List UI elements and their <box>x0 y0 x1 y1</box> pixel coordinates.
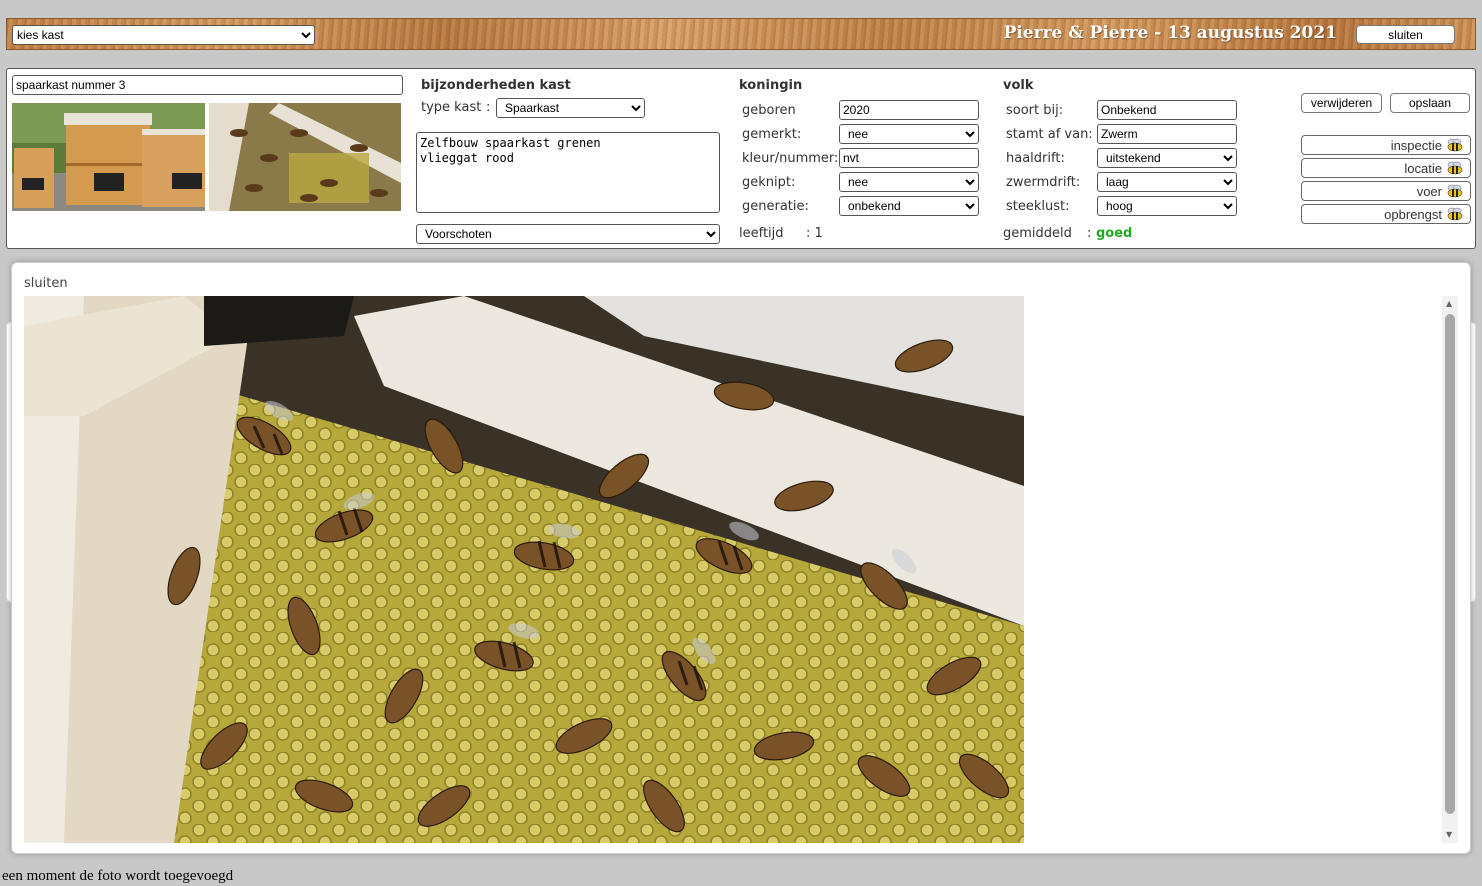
page-title: Pierre & Pierre - 13 augustus 2021 <box>1003 23 1337 43</box>
save-button[interactable]: opslaan <box>1390 93 1470 113</box>
gemerkt-select[interactable]: nee <box>839 124 979 144</box>
scroll-up-icon[interactable]: ▲ <box>1446 300 1452 308</box>
hive-name-input[interactable]: spaarkast nummer 3 <box>12 75 403 95</box>
geknipt-select[interactable]: nee <box>839 172 979 192</box>
close-button[interactable]: sluiten <box>1356 25 1455 44</box>
bee-frame-photo <box>24 296 1024 843</box>
hive-details-panel: spaarkast nummer 3 bijzonderheden kast t… <box>6 68 1476 249</box>
haaldrift-select[interactable]: uitstekend <box>1097 148 1237 168</box>
zwermdrift-label: zwermdrift: <box>1006 175 1081 190</box>
soort-bij-input[interactable]: Onbekend <box>1097 100 1237 120</box>
generatie-select[interactable]: onbekend <box>839 196 979 216</box>
soort-bij-label: soort bij: <box>1006 103 1064 118</box>
voer-label: voer <box>1416 183 1442 199</box>
scroll-down-icon[interactable]: ▼ <box>1446 831 1452 839</box>
steeklust-label: steeklust: <box>1006 199 1070 214</box>
kleur-nummer-label: kleur/nummer: <box>742 151 839 166</box>
gemiddeld-value: goed <box>1096 226 1133 241</box>
scrollbar-thumb[interactable] <box>1445 314 1455 814</box>
gemerkt-label: gemerkt: <box>742 127 802 142</box>
bees-photo-image <box>209 103 401 211</box>
bee-icon <box>1447 138 1463 152</box>
bee-icon <box>1447 161 1463 175</box>
kleur-nummer-input[interactable]: nvt <box>839 148 979 168</box>
modal-close-link[interactable]: sluiten <box>24 276 68 291</box>
type-kast-colon: : <box>486 100 491 115</box>
leeftijd-value: : 1 <box>806 226 823 241</box>
stamt-af-label: stamt af van: <box>1006 127 1093 142</box>
hive-photo-image <box>12 103 205 211</box>
stamt-af-input[interactable]: Zwerm <box>1097 124 1237 144</box>
photo-modal: sluiten ▲ ▼ <box>11 262 1471 854</box>
type-kast-select[interactable]: Spaarkast <box>496 98 645 118</box>
locatie-label: locatie <box>1404 160 1442 176</box>
opbrengst-button[interactable]: opbrengst <box>1301 204 1471 224</box>
template-select[interactable]: Voorschoten <box>416 224 720 244</box>
leeftijd-label: leeftijd <box>739 226 784 241</box>
locatie-button[interactable]: locatie <box>1301 158 1471 178</box>
type-kast-label: type kast <box>421 100 482 115</box>
gemiddeld-label: gemiddeld <box>1003 226 1072 241</box>
geboren-input[interactable]: 2020 <box>839 100 979 120</box>
steeklust-select[interactable]: hoog <box>1097 196 1237 216</box>
delete-button[interactable]: verwijderen <box>1301 93 1382 113</box>
status-message: een moment de foto wordt toegevoegd <box>2 868 234 884</box>
opbrengst-label: opbrengst <box>1384 206 1442 222</box>
volk-heading: volk <box>1003 78 1034 93</box>
bee-frame-image <box>24 296 1024 843</box>
hive-thumbnail[interactable] <box>12 103 205 211</box>
zwermdrift-select[interactable]: laag <box>1097 172 1237 192</box>
bees-thumbnail[interactable] <box>209 103 401 211</box>
voer-button[interactable]: voer <box>1301 181 1471 201</box>
details-heading: bijzonderheden kast <box>421 78 571 93</box>
kies-kast-select[interactable]: kies kast <box>12 25 315 45</box>
generatie-label: generatie: <box>742 199 809 214</box>
top-bar: kies kast Pierre & Pierre - 13 augustus … <box>6 18 1476 50</box>
koningin-heading: koningin <box>739 78 803 93</box>
geboren-label: geboren <box>742 103 796 118</box>
haaldrift-label: haaldrift: <box>1006 151 1065 166</box>
bee-icon <box>1447 207 1463 221</box>
modal-scrollbar[interactable]: ▲ ▼ <box>1442 296 1458 843</box>
inspectie-label: inspectie <box>1390 137 1442 153</box>
gemiddeld-colon: : <box>1087 226 1092 241</box>
inspectie-button[interactable]: inspectie <box>1301 135 1471 155</box>
notes-textarea[interactable]: Zelfbouw spaarkast grenen vlieggat rood <box>416 132 720 213</box>
geknipt-label: geknipt: <box>742 175 796 190</box>
bee-icon <box>1447 184 1463 198</box>
